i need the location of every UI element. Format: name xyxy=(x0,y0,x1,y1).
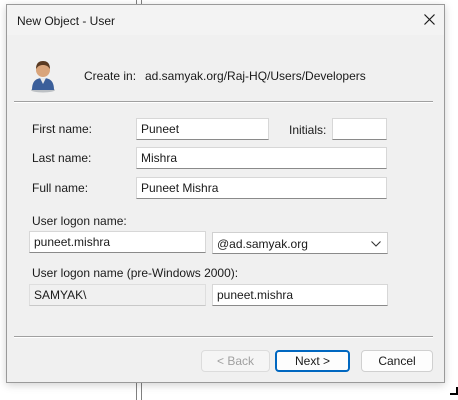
pre2000-name-input[interactable] xyxy=(212,284,388,306)
initials-label: Initials: xyxy=(289,123,327,137)
create-in-label: Create in: xyxy=(84,69,137,83)
close-icon xyxy=(423,14,435,25)
create-in-path: ad.samyak.org/Raj-HQ/Users/Developers xyxy=(145,69,366,83)
domain-suffix-value: @ad.samyak.org xyxy=(217,237,308,251)
footer-separator-highlight xyxy=(14,337,433,338)
new-object-user-dialog: New Object - User Create in: ad.samyak.o… xyxy=(6,4,445,383)
chevron-down-icon xyxy=(371,241,381,247)
back-button[interactable]: < Back xyxy=(201,350,270,372)
last-name-input[interactable] xyxy=(136,147,387,169)
logon-name-input[interactable] xyxy=(29,231,206,253)
pre2000-label: User logon name (pre-Windows 2000): xyxy=(32,266,239,280)
header-separator-highlight xyxy=(14,102,433,103)
close-button[interactable] xyxy=(416,8,442,32)
pre2000-domain-field xyxy=(29,284,206,306)
last-name-label: Last name: xyxy=(32,151,92,165)
first-name-input[interactable] xyxy=(136,118,269,140)
initials-input[interactable] xyxy=(332,118,387,140)
logon-name-label: User logon name: xyxy=(32,214,127,228)
next-button[interactable]: Next > xyxy=(275,350,350,372)
resize-grip[interactable] xyxy=(450,387,458,395)
cancel-button[interactable]: Cancel xyxy=(361,350,433,372)
full-name-label: Full name: xyxy=(32,181,89,195)
user-icon xyxy=(29,59,57,93)
first-name-label: First name: xyxy=(32,122,93,136)
title-bar: New Object - User xyxy=(7,5,444,35)
full-name-input[interactable] xyxy=(136,177,387,199)
domain-suffix-dropdown[interactable]: @ad.samyak.org xyxy=(212,232,388,254)
window-title: New Object - User xyxy=(17,14,116,28)
